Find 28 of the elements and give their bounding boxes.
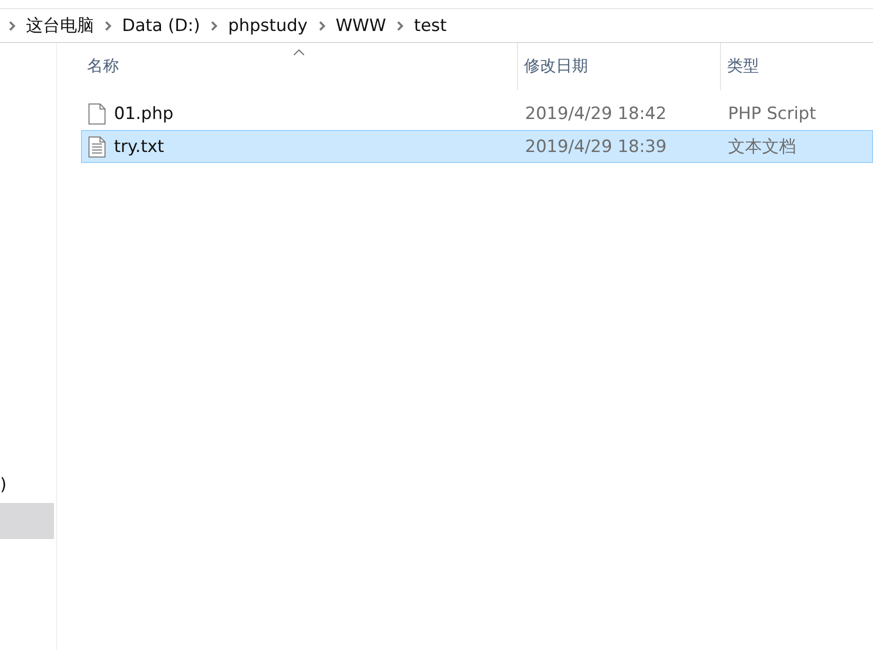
file-icon — [88, 102, 106, 124]
column-header-cell[interactable]: 名称 — [81, 43, 518, 90]
chevron-icon[interactable] — [8, 20, 16, 30]
file-type: 文本文档 — [727, 136, 797, 158]
file-name: 01.php — [114, 104, 174, 124]
breadcrumb-item[interactable]: WWW — [332, 16, 390, 36]
file-row[interactable]: 01.php 2019/4/29 18:42 PHP Script — [81, 97, 873, 130]
breadcrumb-item[interactable]: test — [410, 16, 451, 36]
file-type: PHP Script — [727, 104, 817, 124]
address-bar[interactable]: 这台电脑 Data (D:) phpstudy WWW test — [0, 9, 873, 43]
text-file-icon — [88, 136, 106, 158]
nav-item[interactable]: ) — [0, 467, 56, 503]
breadcrumb-item[interactable]: phpstudy — [224, 16, 312, 36]
breadcrumb-item[interactable]: Data (D:) — [118, 16, 204, 36]
modified-date: 2019/4/29 18:39 — [524, 136, 668, 156]
file-name: try.txt — [114, 136, 164, 156]
breadcrumb-item[interactable]: 这台电脑 — [22, 14, 98, 37]
column-header-cell[interactable]: 类型 — [721, 43, 873, 90]
chevron-icon[interactable] — [104, 20, 112, 30]
column-header-cell[interactable]: 修改日期 — [518, 43, 721, 90]
chevron-icon[interactable] — [396, 20, 404, 30]
file-row[interactable]: try.txt 2019/4/29 18:39 文本文档 — [81, 130, 873, 163]
modified-date: 2019/4/29 18:42 — [524, 104, 668, 124]
column-header[interactable]: 修改日期 — [524, 56, 588, 77]
column-header[interactable]: 名称 — [87, 56, 119, 77]
column-header[interactable]: 类型 — [727, 56, 759, 77]
chevron-icon[interactable] — [210, 20, 218, 30]
chevron-icon[interactable] — [318, 20, 326, 30]
